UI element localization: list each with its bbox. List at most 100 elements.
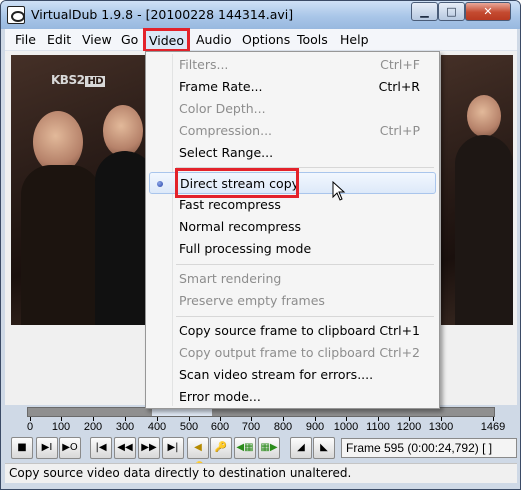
close-button[interactable]: ✕: [465, 2, 511, 21]
tick-label: 1100: [366, 421, 390, 433]
menu-item-label: Scan video stream for errors....: [179, 367, 374, 382]
tick-label: 200: [83, 421, 103, 433]
next-scene-button[interactable]: ▦▶: [258, 437, 280, 459]
menu-item-label: Select Range...: [179, 145, 274, 160]
tick-label: 100: [51, 421, 71, 433]
virtualdub-window: VirtualDub 1.9.8 - [20100228 144314.avi]…: [0, 0, 521, 490]
person-body: [95, 151, 147, 325]
menu-item-copy-source-frame[interactable]: Copy source frame to clipboard Ctrl+1: [149, 320, 436, 342]
menu-item-copy-output-frame[interactable]: Copy output frame to clipboard Ctrl+2: [149, 342, 436, 364]
menu-bar: File Edit View Go Video Audio Options To…: [5, 28, 517, 52]
menu-item-shortcut: Ctrl+P: [379, 123, 420, 138]
menu-separator: [176, 316, 434, 317]
play-output-button[interactable]: ▶O: [59, 437, 81, 459]
menu-video[interactable]: Video: [143, 28, 191, 52]
go-end-button[interactable]: ▶|: [162, 437, 184, 459]
trackbar-thumb-region[interactable]: [152, 408, 212, 416]
menu-item-filters[interactable]: Filters... Ctrl+F: [149, 54, 436, 76]
radio-selected-icon: [157, 181, 163, 187]
tick-label: 1200: [396, 421, 422, 433]
menu-item-full-processing-mode[interactable]: Full processing mode: [149, 238, 436, 260]
input-video-pane[interactable]: KBS2 HD: [11, 55, 147, 325]
menu-item-label: Preserve empty frames: [179, 293, 325, 308]
tick-label: 1300: [428, 421, 454, 433]
person-face: [33, 111, 83, 173]
output-video-pane[interactable]: [441, 55, 513, 325]
menu-audio[interactable]: Audio: [196, 32, 232, 47]
menu-item-preserve-empty-frames[interactable]: Preserve empty frames: [149, 290, 436, 312]
menu-item-shortcut: Ctrl+2: [379, 345, 420, 360]
tick-label: 1000: [333, 421, 359, 433]
menu-item-label: Filters...: [179, 57, 229, 72]
menu-view[interactable]: View: [82, 32, 112, 47]
menu-item-label: Normal recompress: [179, 219, 301, 234]
menu-item-direct-stream-copy[interactable]: Direct stream copy: [149, 168, 436, 198]
menu-item-label: Color Depth...: [179, 101, 266, 116]
mark-in-button[interactable]: ◢: [290, 437, 312, 459]
menu-options[interactable]: Options: [242, 32, 290, 47]
menu-item-scan-video-stream[interactable]: Scan video stream for errors....: [149, 364, 436, 386]
menu-item-label: Compression...: [179, 123, 273, 138]
person-body: [21, 165, 101, 325]
go-start-button[interactable]: |◀: [90, 437, 112, 459]
tick-label: 500: [179, 421, 199, 433]
tick-label: 1469: [480, 421, 506, 433]
menu-item-shortcut: Ctrl+F: [380, 57, 420, 72]
tick-label: 800: [273, 421, 293, 433]
menu-item-fast-recompress[interactable]: Fast recompress: [149, 194, 436, 216]
channel-logo: KBS2 HD: [51, 73, 106, 87]
next-frame-button[interactable]: ▶▶: [138, 437, 160, 459]
video-frame-image: KBS2 HD: [11, 55, 147, 325]
minimize-button[interactable]: ▁: [411, 2, 438, 21]
timeline-ruler: 0 100 200 300 400 500 600 700 800 900 10…: [1, 417, 520, 437]
title-bar[interactable]: VirtualDub 1.9.8 - [20100228 144314.avi]…: [1, 1, 520, 29]
prev-scene-button[interactable]: ◀▦: [234, 437, 256, 459]
prev-keyframe-button[interactable]: ◀🔑: [187, 437, 209, 473]
prev-frame-button[interactable]: ◀◀: [114, 437, 136, 459]
menu-item-label: Fast recompress: [179, 197, 281, 212]
stop-button[interactable]: ■: [11, 437, 33, 459]
menu-item-label: Error mode...: [179, 389, 261, 404]
tick-label: 0: [26, 421, 34, 433]
channel-logo-text: KBS2: [51, 73, 85, 87]
video-menu-dropdown: Filters... Ctrl+F Frame Rate... Ctrl+R C…: [145, 51, 440, 409]
menu-item-label: Smart rendering: [179, 271, 282, 286]
maximize-button[interactable]: □: [438, 2, 465, 21]
person-body: [455, 135, 513, 325]
tick-label: 700: [241, 421, 261, 433]
tick-label: 300: [115, 421, 135, 433]
tick-label: 900: [305, 421, 325, 433]
playback-toolbar: ■ ▶I ▶O |◀ ◀◀ ▶▶ ▶| ◀🔑 🔑▶ ◀▦ ▦▶ ◢ ◣ Fram…: [1, 437, 520, 473]
person-face: [467, 95, 501, 137]
menu-item-shortcut: Ctrl+R: [378, 79, 420, 94]
menu-go[interactable]: Go: [121, 32, 138, 47]
mark-out-button[interactable]: ◣: [313, 437, 335, 459]
menu-item-error-mode[interactable]: Error mode...: [149, 386, 436, 408]
play-input-button[interactable]: ▶I: [36, 437, 58, 459]
menu-help[interactable]: Help: [340, 32, 369, 47]
menu-item-label: Full processing mode: [179, 241, 312, 256]
menu-item-smart-rendering[interactable]: Smart rendering: [149, 268, 436, 290]
menu-file[interactable]: File: [15, 32, 36, 47]
menu-edit[interactable]: Edit: [47, 32, 71, 47]
tick-label: 400: [147, 421, 167, 433]
menu-item-normal-recompress[interactable]: Normal recompress: [149, 216, 436, 238]
menu-item-compression[interactable]: Compression... Ctrl+P: [149, 120, 436, 142]
menu-item-select-range[interactable]: Select Range...: [149, 142, 436, 164]
channel-logo-badge: HD: [85, 76, 106, 87]
mouse-cursor-icon: [332, 181, 346, 201]
menu-tools[interactable]: Tools: [297, 32, 328, 47]
person-face: [103, 105, 143, 157]
video-frame-image: [441, 55, 513, 325]
menu-item-frame-rate[interactable]: Frame Rate... Ctrl+R: [149, 76, 436, 98]
menu-separator: [176, 264, 434, 265]
menu-item-shortcut: Ctrl+1: [379, 323, 420, 338]
window-title: VirtualDub 1.9.8 - [20100228 144314.avi]: [31, 7, 294, 22]
menu-item-label: Copy source frame to clipboard: [179, 323, 376, 338]
app-icon[interactable]: [7, 6, 25, 24]
tick-label: 600: [210, 421, 230, 433]
menu-item-label: Frame Rate...: [179, 79, 263, 94]
frame-position-display[interactable]: Frame 595 (0:00:24,792) [ ]: [341, 438, 517, 458]
next-keyframe-button[interactable]: 🔑▶: [210, 437, 232, 473]
menu-item-color-depth[interactable]: Color Depth...: [149, 98, 436, 120]
